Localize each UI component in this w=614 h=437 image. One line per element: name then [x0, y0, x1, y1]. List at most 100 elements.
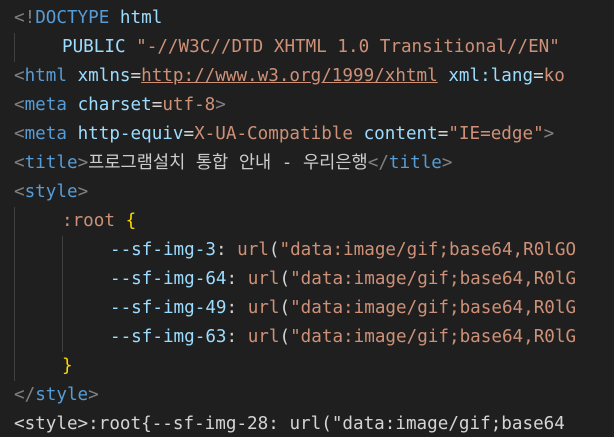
indent-guide: [14, 323, 15, 352]
code-token: meta: [24, 95, 67, 115]
code-token: http://www.w3.org/1999/xhtml: [141, 66, 438, 86]
code-token: DOCTYPE: [35, 8, 110, 28]
code-token: --sf-img-64: [110, 269, 227, 289]
code-token: <style>: [14, 414, 89, 434]
code-token: <: [14, 182, 25, 202]
code-text: <title>프로그램설치 통합 안내 - 우리은행</title>: [14, 149, 452, 178]
code-text: <html xmlns = http://www.w3.org/1999/xhtml…: [14, 62, 565, 91]
code-token: --sf-img-28: [151, 414, 269, 434]
code-line[interactable]: --sf-img-49: url("data:image/gif;base64,…: [0, 294, 614, 323]
code-token: url: [247, 298, 280, 318]
code-token: charset: [77, 95, 152, 115]
code-token: >: [77, 182, 89, 202]
code-token: PUBLIC: [62, 37, 126, 57]
code-line[interactable]: :root {: [0, 207, 614, 236]
code-token: X-UA-Compatible: [194, 124, 353, 144]
code-token: xmlns: [77, 66, 131, 86]
code-token: utf-8: [162, 95, 216, 115]
code-text: PUBLIC "-//W3C//DTD XHTML 1.0 Transition…: [62, 33, 560, 62]
code-token: :root{: [88, 414, 152, 434]
indent-guide: [14, 352, 15, 381]
code-line[interactable]: --sf-img-64: url("data:image/gif;base64,…: [0, 265, 614, 294]
code-token: =: [533, 66, 544, 86]
code-token: --sf-img-63: [110, 327, 227, 347]
code-text: --sf-img-64: url("data:image/gif;base64,…: [110, 265, 576, 294]
code-line[interactable]: <html xmlns = http://www.w3.org/1999/xhtml…: [0, 62, 614, 91]
code-token: "-//W3C//DTD XHTML 1.0 Transitional//EN": [136, 37, 560, 57]
code-text: <meta http-equiv=X-UA-Compatible content…: [14, 120, 554, 149]
indent-guide: [14, 294, 15, 323]
code-token: =: [151, 95, 163, 115]
code-line[interactable]: PUBLIC "-//W3C//DTD XHTML 1.0 Transition…: [0, 33, 614, 62]
code-token: =: [437, 124, 449, 144]
code-editor[interactable]: <!DOCTYPE html PUBLIC "-//W3C//DTD XHTML …: [0, 0, 614, 437]
code-token: <!: [14, 8, 36, 28]
code-token: :: [268, 414, 290, 434]
indent-guide: [62, 294, 63, 323]
code-token: url(: [289, 414, 332, 434]
code-token: :: [226, 298, 248, 318]
code-token: <: [14, 124, 25, 144]
code-token: "data:image/gif;base64,R0lG: [290, 327, 577, 347]
code-text: <style>: [14, 178, 88, 207]
code-token: content: [363, 124, 438, 144]
indent-guide: [62, 265, 63, 294]
code-line[interactable]: --sf-img-3: url("data:image/gif;base64,R…: [0, 236, 614, 265]
code-token: 프로그램설치 통합 안내 - 우리은행: [88, 153, 368, 173]
code-token: :: [226, 269, 248, 289]
code-token: (: [279, 327, 291, 347]
code-line[interactable]: </style>: [0, 381, 614, 410]
code-token: html: [24, 66, 67, 86]
code-text: --sf-img-63: url("data:image/gif;base64,…: [110, 323, 576, 352]
code-text: :root {: [62, 207, 136, 236]
code-token: >: [215, 95, 226, 115]
code-line[interactable]: <meta http-equiv=X-UA-Compatible content…: [0, 120, 614, 149]
code-token: title: [24, 153, 78, 173]
code-token: <: [14, 66, 25, 86]
code-line[interactable]: <!DOCTYPE html: [0, 4, 614, 33]
code-text: </style>: [14, 381, 99, 410]
code-token: :: [226, 327, 248, 347]
code-token: </: [14, 385, 36, 405]
code-token: "data:image/gif;base64: [331, 414, 565, 434]
code-token: ko: [543, 66, 565, 86]
code-line[interactable]: <style>: [0, 178, 614, 207]
code-token: xml:lang: [448, 66, 534, 86]
code-token: (: [279, 269, 291, 289]
code-line[interactable]: <meta charset=utf-8>: [0, 91, 614, 120]
code-token: --sf-img-3: [110, 240, 216, 260]
code-token: <: [14, 95, 25, 115]
code-text: --sf-img-3: url("data:image/gif;base64,R…: [110, 236, 576, 265]
indent-guide: [62, 323, 63, 352]
code-line[interactable]: <style>:root{--sf-img-28: url("data:imag…: [0, 410, 614, 437]
code-text: <meta charset=utf-8>: [14, 91, 226, 120]
code-token: --sf-img-49: [110, 298, 227, 318]
code-token: style: [24, 182, 78, 202]
indent-guide: [14, 265, 15, 294]
code-line[interactable]: }: [0, 352, 614, 381]
code-text: <!DOCTYPE html: [14, 4, 162, 33]
code-token: url: [237, 240, 269, 260]
indent-guide: [14, 207, 15, 236]
code-token: {: [125, 211, 137, 231]
code-token: "data:image/gif;base64,R0lG: [290, 269, 577, 289]
code-line[interactable]: <title>프로그램설치 통합 안내 - 우리은행</title>: [0, 149, 614, 178]
code-token: >: [88, 385, 99, 405]
code-token: (: [268, 240, 280, 260]
code-text: <style>:root{--sf-img-28: url("data:imag…: [14, 410, 565, 437]
code-line[interactable]: --sf-img-63: url("data:image/gif;base64,…: [0, 323, 614, 352]
code-token: >: [543, 124, 555, 144]
code-token: url: [247, 269, 280, 289]
code-token: :: [215, 240, 238, 260]
code-token: }: [62, 356, 73, 376]
code-token: :root: [62, 211, 115, 231]
code-token: html: [109, 8, 163, 28]
code-token: >: [77, 153, 89, 173]
code-token: url: [247, 327, 280, 347]
